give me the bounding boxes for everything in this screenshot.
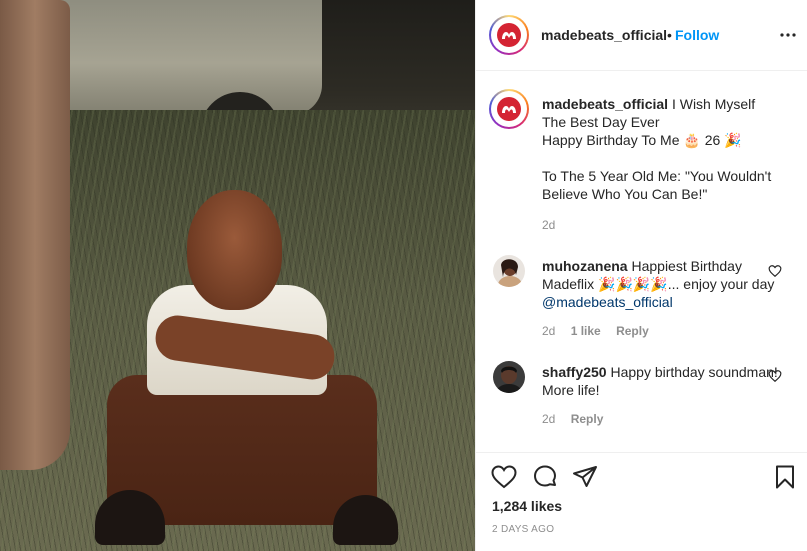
post-timestamp[interactable]: 2 DAYS AGO bbox=[492, 524, 554, 535]
post-photo[interactable] bbox=[0, 0, 475, 551]
comment-username[interactable]: muhozanena bbox=[542, 258, 628, 274]
comment-bubble-icon[interactable] bbox=[531, 463, 559, 491]
comments-section: madebeats_official I Wish Myself The Bes… bbox=[476, 72, 807, 452]
more-options-icon[interactable] bbox=[778, 26, 798, 44]
caption-username[interactable]: madebeats_official bbox=[542, 96, 668, 112]
comment-username[interactable]: shaffy250 bbox=[542, 364, 607, 380]
commenter-avatar[interactable] bbox=[493, 361, 525, 393]
comment-reply-button[interactable]: Reply bbox=[616, 324, 649, 338]
brand-logo-icon bbox=[493, 19, 525, 51]
header-username[interactable]: madebeats_official bbox=[541, 27, 667, 43]
comment-reply-button[interactable]: Reply bbox=[571, 412, 604, 426]
follow-button[interactable]: Follow bbox=[675, 27, 719, 43]
caption-avatar[interactable] bbox=[489, 89, 529, 129]
comment-text: shaffy250 Happy birthday soundman! More … bbox=[542, 363, 782, 399]
save-bookmark-icon[interactable] bbox=[771, 463, 799, 491]
comment-like-icon[interactable] bbox=[768, 264, 782, 278]
share-send-icon[interactable] bbox=[571, 463, 599, 491]
like-heart-icon[interactable] bbox=[490, 463, 518, 491]
comment-mention[interactable]: @madebeats_official bbox=[542, 294, 673, 310]
post-actions: 1,284 likes 2 DAYS AGO bbox=[476, 452, 807, 551]
comment-meta: 2d 1 like Reply bbox=[542, 324, 661, 338]
comment-meta: 2d Reply bbox=[542, 412, 615, 426]
comment-age[interactable]: 2d bbox=[542, 412, 555, 426]
commenter-avatar[interactable] bbox=[493, 255, 525, 287]
comment-text: muhozanena Happiest Birthday Madeflix 🎉🎉… bbox=[542, 257, 782, 311]
caption-line-3: To The 5 Year Old Me: "You Wouldn't Beli… bbox=[542, 168, 772, 202]
photo-child-shoe-right bbox=[333, 495, 398, 545]
comment-like-icon[interactable] bbox=[768, 369, 782, 383]
brand-logo-icon bbox=[493, 93, 525, 125]
caption-line-2: Happy Birthday To Me 🎂 26 🎉 bbox=[542, 132, 742, 148]
profile-avatar[interactable] bbox=[489, 15, 529, 55]
photo-child-head bbox=[187, 190, 282, 310]
likes-count[interactable]: 1,284 likes bbox=[492, 498, 562, 514]
caption-meta: 2d bbox=[542, 218, 567, 232]
post-side-panel: madebeats_official • Follow madebeats_of… bbox=[475, 0, 807, 551]
post-header: madebeats_official • Follow bbox=[476, 0, 807, 71]
comment-age[interactable]: 2d bbox=[542, 324, 555, 338]
header-separator: • bbox=[667, 27, 672, 43]
photo-tree bbox=[0, 0, 70, 470]
caption-text: madebeats_official I Wish Myself The Bes… bbox=[542, 95, 782, 203]
photo-child bbox=[95, 190, 398, 551]
caption-age[interactable]: 2d bbox=[542, 218, 555, 232]
comment-likes-count[interactable]: 1 like bbox=[571, 324, 601, 338]
photo-truck bbox=[52, 0, 322, 115]
